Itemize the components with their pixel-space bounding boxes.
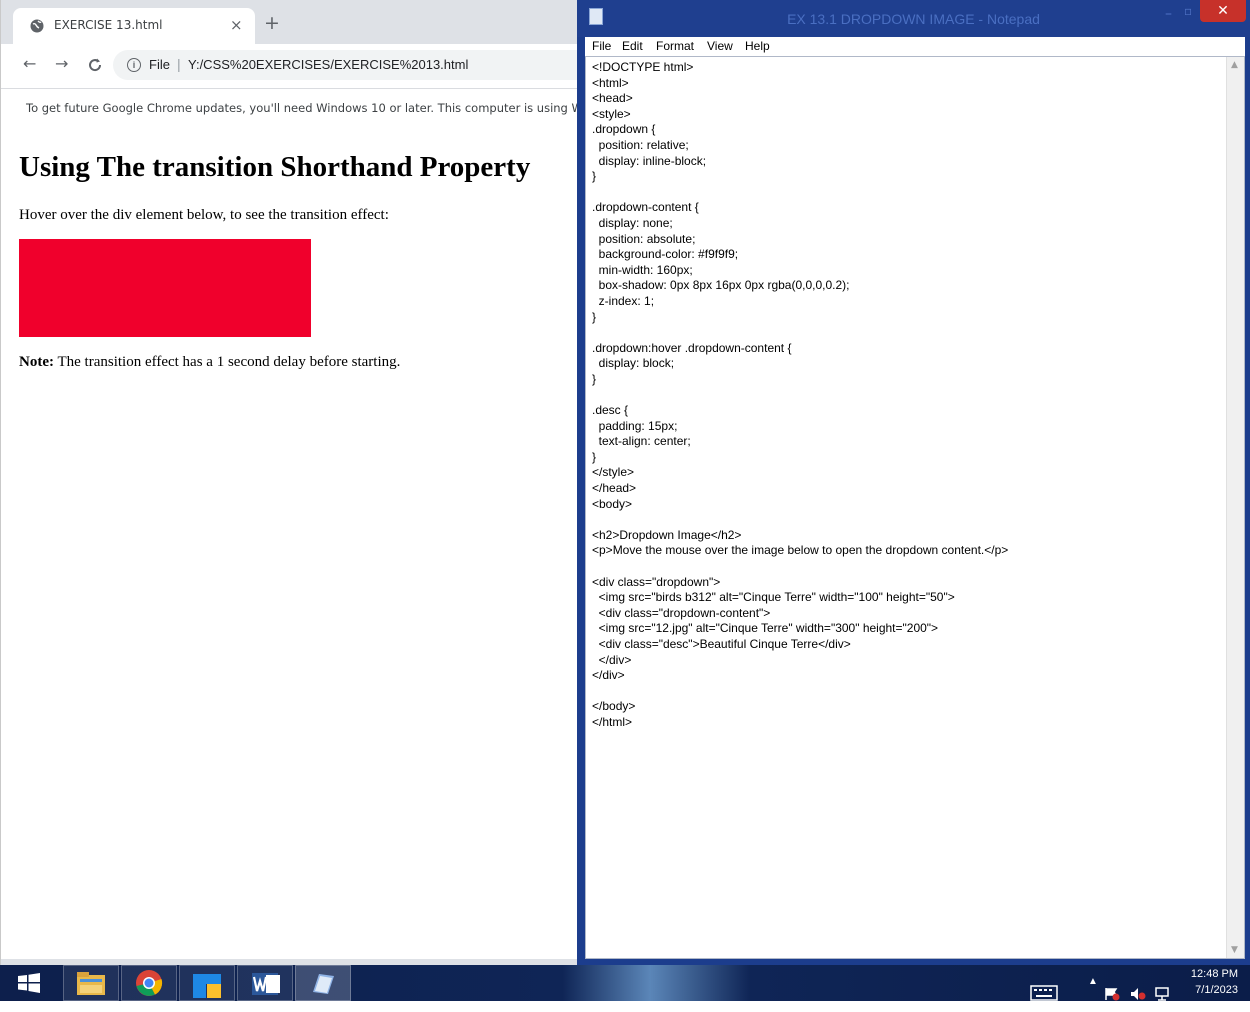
clock-date[interactable]: 7/1/2023 — [1182, 984, 1238, 996]
back-icon[interactable]: ← — [23, 54, 36, 73]
menu-help[interactable]: Help — [745, 39, 770, 53]
url-separator: | — [177, 56, 181, 72]
app-icon[interactable] — [179, 965, 235, 1001]
word-icon[interactable] — [237, 965, 293, 1001]
new-tab-icon[interactable]: + — [264, 14, 280, 33]
forward-icon[interactable]: → — [55, 54, 68, 73]
note-text: The transition effect has a 1 second del… — [53, 354, 401, 370]
scroll-down-icon[interactable]: ▼ — [1231, 945, 1238, 955]
notepad-menubar: File Edit Format View Help — [585, 37, 1245, 56]
chrome-icon[interactable] — [121, 965, 177, 1001]
menu-edit[interactable]: Edit — [622, 39, 643, 53]
reload-icon[interactable] — [87, 57, 103, 73]
page-note: Note: The transition effect has a 1 seco… — [19, 354, 400, 371]
clock-time[interactable]: 12:48 PM — [1182, 968, 1238, 980]
notepad-icon[interactable] — [295, 965, 351, 1001]
tab-title: EXERCISE 13.html — [54, 18, 163, 32]
vertical-scrollbar[interactable]: ▲ ▼ — [1226, 57, 1244, 958]
start-icon[interactable] — [0, 965, 58, 1001]
notepad-title: EX 13.1 DROPDOWN IMAGE - Notepad — [787, 11, 1040, 27]
keyboard-icon[interactable] — [1030, 975, 1058, 1011]
tab-strip: EXERCISE 13.html × + — [1, 0, 586, 44]
update-infobar: To get future Google Chrome updates, you… — [1, 88, 586, 130]
page-content: Using The transition Shorthand Property … — [1, 129, 586, 959]
action-center-flag-icon[interactable] — [1104, 976, 1120, 1012]
page-heading: Using The transition Shorthand Property — [19, 151, 531, 183]
scroll-up-icon[interactable]: ▲ — [1231, 60, 1238, 70]
volume-muted-icon[interactable] — [1130, 976, 1146, 1012]
transition-div[interactable] — [19, 239, 311, 337]
notepad-window: EX 13.1 DROPDOWN IMAGE - Notepad – ▫ ✕ F… — [577, 0, 1250, 965]
chrome-window: EXERCISE 13.html × + ← → i File | Y:/CSS… — [0, 0, 593, 965]
notepad-editor[interactable]: <!DOCTYPE html> <html> <head> <style> .d… — [585, 56, 1245, 959]
network-icon[interactable] — [1154, 976, 1170, 1012]
show-hidden-icons-icon[interactable]: ▲ — [1088, 976, 1098, 987]
menu-view[interactable]: View — [707, 39, 733, 53]
globe-icon — [30, 19, 44, 33]
code-text[interactable]: <!DOCTYPE html> <html> <head> <style> .d… — [592, 60, 1008, 731]
url-text[interactable]: Y:/CSS%20EXERCISES/EXERCISE%2013.html — [188, 57, 468, 72]
close-icon[interactable]: ✕ — [1200, 0, 1246, 22]
menu-file[interactable]: File — [592, 39, 611, 53]
browser-tab[interactable]: EXERCISE 13.html × — [13, 8, 255, 44]
taskbar: ▲ 12:48 PM 7/1/2023 — [0, 965, 1250, 1001]
file-explorer-icon[interactable] — [63, 965, 119, 1001]
browser-toolbar: ← → i File | Y:/CSS%20EXERCISES/EXERCISE… — [1, 44, 593, 87]
infobar-message: To get future Google Chrome updates, you… — [26, 101, 586, 115]
menu-format[interactable]: Format — [656, 39, 694, 53]
address-bar[interactable]: i File | Y:/CSS%20EXERCISES/EXERCISE%201… — [113, 50, 593, 80]
note-label: Note: — [19, 354, 54, 370]
url-scheme-label: File — [149, 57, 170, 72]
page-instruction: Hover over the div element below, to see… — [19, 207, 389, 223]
notepad-titlebar[interactable]: EX 13.1 DROPDOWN IMAGE - Notepad – ▫ ✕ — [577, 0, 1250, 37]
tab-close-icon[interactable]: × — [230, 16, 243, 34]
info-icon[interactable]: i — [127, 58, 141, 72]
minimize-icon[interactable]: – — [1165, 6, 1172, 22]
